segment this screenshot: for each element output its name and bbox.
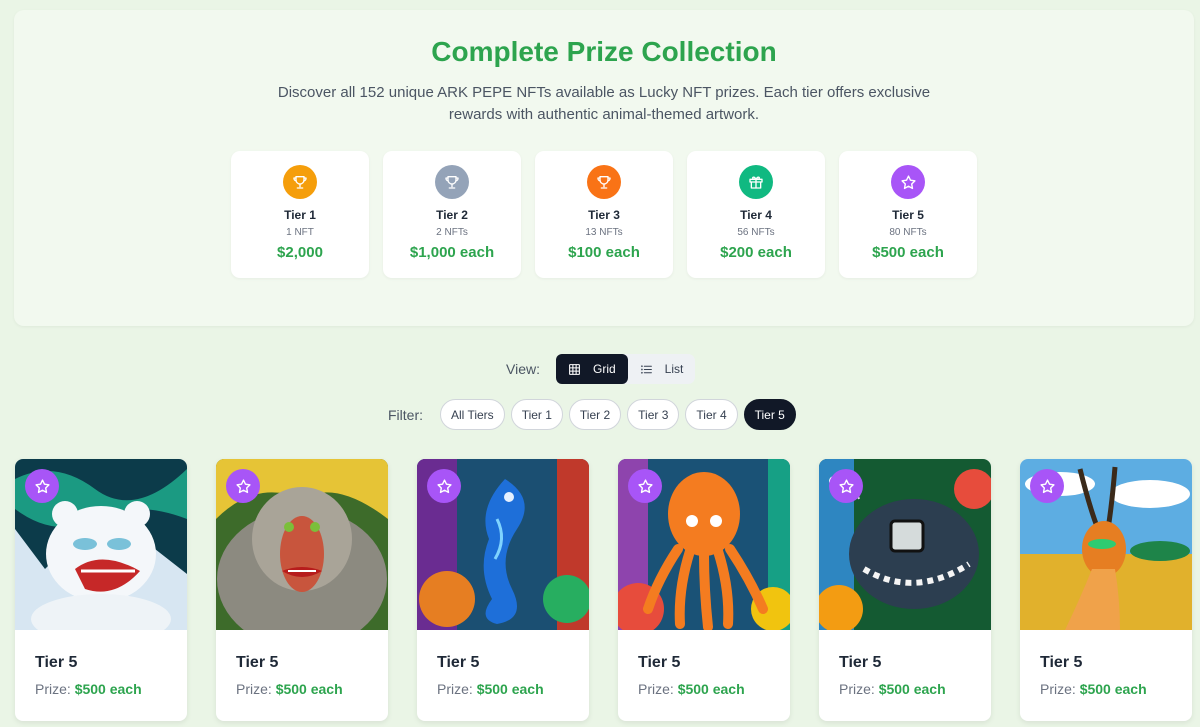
tier-price: $500 each xyxy=(872,244,944,261)
grid-view-button[interactable]: Grid xyxy=(555,354,628,384)
gazelle-artwork xyxy=(1020,459,1192,630)
filter-label: Filter: xyxy=(388,406,423,423)
view-toggle: Grid List xyxy=(555,354,696,384)
card-tier: Tier 5 xyxy=(1040,654,1083,671)
filter-tier-2[interactable]: Tier 2 xyxy=(568,399,622,430)
card-prize: Prize: $500 each xyxy=(1040,681,1147,697)
nft-card[interactable]: Tier 5 Prize: $500 each xyxy=(1020,459,1192,721)
tier-count: 2 NFTs xyxy=(436,227,468,238)
card-tier: Tier 5 xyxy=(839,654,882,671)
page-description: Discover all 152 unique ARK PEPE NFTs av… xyxy=(277,84,931,123)
grid-view-label: Grid xyxy=(592,362,616,376)
nft-card[interactable]: Tier 5 Prize: $500 each xyxy=(216,459,388,721)
tier-card-3: Tier 3 13 NFTs $100 each xyxy=(535,151,673,278)
trophy-icon xyxy=(587,165,621,199)
list-view-button[interactable]: List xyxy=(628,354,696,384)
page-title: Complete Prize Collection xyxy=(431,36,777,67)
tier-price: $200 each xyxy=(720,244,792,261)
star-icon xyxy=(829,469,863,503)
card-prize: Prize: $500 each xyxy=(236,681,343,697)
tier-name: Tier 2 xyxy=(436,208,468,222)
tier-name: Tier 5 xyxy=(892,208,924,222)
card-prize: Prize: $500 each xyxy=(437,681,544,697)
nft-card[interactable]: Tier 5 Prize: $500 each xyxy=(618,459,790,721)
tier-count: 80 NFTs xyxy=(889,227,927,238)
tier-price: $1,000 each xyxy=(409,244,495,261)
tier-count: 56 NFTs xyxy=(737,227,775,238)
tier-count: 1 NFT xyxy=(286,227,314,238)
list-icon xyxy=(640,364,652,374)
card-tier: Tier 5 xyxy=(236,654,279,671)
tier-name: Tier 4 xyxy=(740,208,772,222)
anglerfish-artwork xyxy=(819,459,991,630)
star-icon xyxy=(1030,469,1064,503)
nft-card[interactable]: Tier 5 Prize: $500 each xyxy=(15,459,187,721)
card-tier: Tier 5 xyxy=(638,654,681,671)
tier-name: Tier 3 xyxy=(588,208,620,222)
nft-card[interactable]: Tier 5 Prize: $500 each xyxy=(417,459,589,721)
trophy-icon xyxy=(435,165,469,199)
filter-tier-4[interactable]: Tier 4 xyxy=(685,399,738,430)
tier-card-1: Tier 1 1 NFT $2,000 xyxy=(231,151,369,278)
polar-bear-artwork xyxy=(15,459,187,630)
octopus-artwork xyxy=(618,459,790,630)
filter-tier-5[interactable]: Tier 5 xyxy=(743,399,796,430)
tier-price: $2,000 xyxy=(277,244,323,261)
view-toggle-row: View: Grid List xyxy=(506,354,696,384)
filter-tier-1[interactable]: Tier 1 xyxy=(510,399,563,430)
nft-card[interactable]: Tier 5 Prize: $500 each xyxy=(819,459,991,721)
star-icon xyxy=(226,469,260,503)
tier-card-2: Tier 2 2 NFTs $1,000 each xyxy=(383,151,521,278)
filter-tier-3[interactable]: Tier 3 xyxy=(627,399,680,430)
card-tier: Tier 5 xyxy=(35,654,78,671)
tier-name: Tier 1 xyxy=(284,208,316,222)
tier-count: 13 NFTs xyxy=(585,227,623,238)
card-prize: Prize: $500 each xyxy=(35,681,142,697)
baboon-artwork xyxy=(216,459,388,630)
card-prize: Prize: $500 each xyxy=(839,681,946,697)
tier-summary: Tier 1 1 NFT $2,000 Tier 2 2 NFTs $1,000… xyxy=(231,151,977,278)
hero-section: Complete Prize Collection Discover all 1… xyxy=(14,10,1194,326)
filter-row: Filter: All Tiers Tier 1 Tier 2 Tier 3 T… xyxy=(388,399,796,430)
seahorse-artwork xyxy=(417,459,589,630)
tier-card-5: Tier 5 80 NFTs $500 each xyxy=(839,151,977,278)
star-icon xyxy=(628,469,662,503)
grid-icon xyxy=(569,363,580,375)
filter-all-tiers[interactable]: All Tiers xyxy=(440,399,505,430)
tier-card-4: Tier 4 56 NFTs $200 each xyxy=(687,151,825,278)
card-tier: Tier 5 xyxy=(437,654,480,671)
star-icon xyxy=(427,469,461,503)
star-icon xyxy=(25,469,59,503)
view-label: View: xyxy=(506,361,540,377)
filter-chips: All Tiers Tier 1 Tier 2 Tier 3 Tier 4 Ti… xyxy=(440,399,796,430)
card-prize: Prize: $500 each xyxy=(638,681,745,697)
tier-price: $100 each xyxy=(568,244,640,261)
gift-icon xyxy=(739,165,773,199)
star-icon xyxy=(891,165,925,199)
list-view-label: List xyxy=(664,362,684,376)
trophy-icon xyxy=(283,165,317,199)
nft-grid: Tier 5 Prize: $500 each Tier 5 Prize: $5… xyxy=(15,459,1192,721)
